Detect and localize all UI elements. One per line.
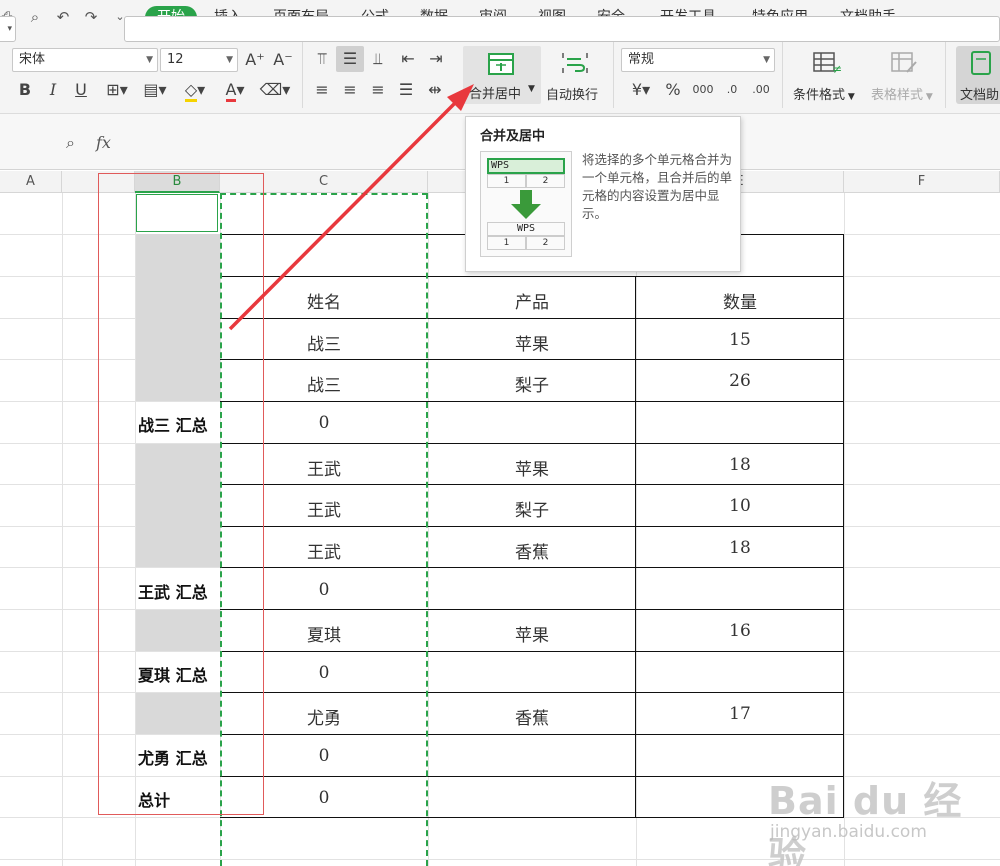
watermark-url: jingyan.baidu.com [770, 822, 927, 842]
merge-center-tooltip: 合并及居中 WPS 1 2 WPS 1 2 将选择的多个单元格合并为一个单元格，… [465, 116, 741, 272]
tooltip-illustration: WPS 1 2 WPS 1 2 [480, 151, 572, 257]
arrow-down-icon [511, 190, 541, 219]
illus-top-n1: 1 [487, 174, 526, 188]
tooltip-title: 合并及居中 [480, 129, 546, 144]
illus-bottom-n1: 1 [487, 236, 526, 250]
illus-bottom-n2: 2 [526, 236, 565, 250]
illus-bottom-merged: WPS [487, 222, 565, 236]
watermark-logo: Bai du 经验 [768, 779, 963, 866]
illus-top-merged: WPS [487, 158, 565, 174]
tooltip-description: 将选择的多个单元格合并为一个单元格，且合并后的单元格的内容设置为居中显示。 [582, 152, 733, 221]
illus-top-n2: 2 [526, 174, 565, 188]
